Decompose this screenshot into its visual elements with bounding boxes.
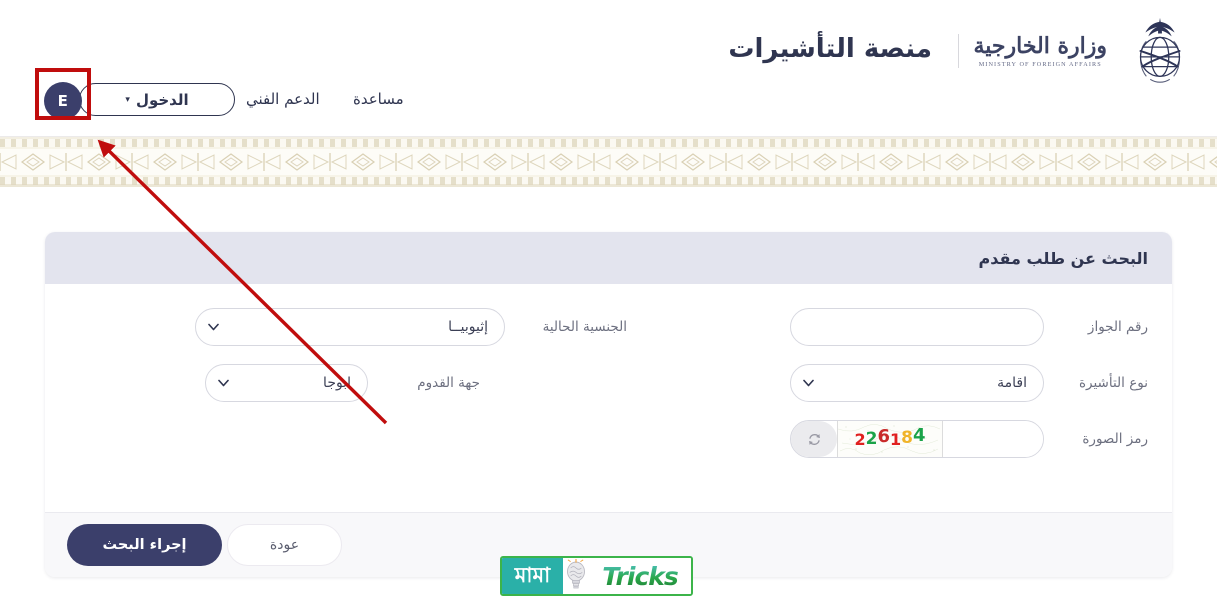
watermark-right: মামা [502, 558, 563, 594]
search-panel-header: البحث عن طلب مقدم [45, 232, 1172, 284]
ornament-dash-row-top [0, 139, 1217, 147]
search-form: رقم الجواز نوع التأشيرة اقامة الجنسية ال… [45, 284, 1172, 512]
chevron-down-icon: ▾ [125, 95, 130, 105]
search-button[interactable]: إجراء البحث [67, 524, 222, 566]
passport-number-input[interactable] [790, 308, 1044, 346]
captcha-input[interactable] [943, 421, 1043, 457]
ministry-name-english: MINISTRY OF FOREIGN AFFAIRS [978, 60, 1102, 68]
current-nationality-value: إثيوبيــا [448, 319, 488, 335]
label-current-nationality: الجنسية الحالية [542, 319, 627, 335]
ministry-wordmark: وزارة الخارجية MINISTRY OF FOREIGN AFFAI… [958, 33, 1107, 68]
brand-lockup: وزارة الخارجية MINISTRY OF FOREIGN AFFAI… [958, 12, 1199, 90]
label-passport-number: رقم الجواز [1087, 319, 1148, 335]
primary-nav: E الدخول ▾ الدعم الفني مساعدة [0, 78, 500, 124]
search-panel: البحث عن طلب مقدم رقم الجواز نوع التأشير… [45, 232, 1172, 577]
ministry-name-arabic: وزارة الخارجية [973, 33, 1107, 60]
search-panel-title: البحث عن طلب مقدم [978, 248, 1148, 268]
back-button[interactable]: عودة [227, 524, 342, 566]
field-visa-type: نوع التأشيرة اقامة [790, 364, 1148, 402]
label-captcha: رمز الصورة [1082, 431, 1148, 447]
visa-type-select[interactable]: اقامة [790, 364, 1044, 402]
login-button-label: الدخول [135, 90, 189, 109]
current-nationality-select[interactable]: إثيوبيــا [195, 308, 505, 346]
saudi-emblem-palm-swords-icon [1121, 12, 1199, 90]
page-title: منصة التأشيرات [728, 34, 932, 64]
ornament-motif-row [0, 152, 1217, 172]
arrival-point-value: ابوجا [323, 375, 351, 391]
chevron-down-icon [803, 379, 814, 387]
label-visa-type: نوع التأشيرة [1078, 375, 1148, 391]
decorative-ornament-band [0, 137, 1217, 187]
field-captcha: رمز الصورة 226184 [790, 420, 1148, 458]
chevron-down-icon [208, 323, 219, 331]
field-current-nationality: الجنسية الحالية إثيوبيــا [195, 308, 627, 346]
nav-technical-support[interactable]: الدعم الفني [246, 90, 320, 108]
watermark-logo: Tricks মামা [500, 556, 693, 596]
chevron-down-icon [218, 379, 229, 387]
ornament-dash-row-bottom [0, 177, 1217, 185]
captcha-code: 226184 [854, 424, 926, 449]
field-arrival-point: جهة القدوم ابوجا [205, 364, 480, 402]
visa-type-value: اقامة [997, 375, 1027, 391]
refresh-icon[interactable] [791, 421, 837, 457]
nav-help[interactable]: مساعدة [353, 90, 404, 108]
login-button[interactable]: الدخول ▾ [79, 83, 235, 116]
watermark-left: Tricks [589, 558, 691, 594]
captcha-image: 226184 [837, 421, 943, 457]
site-header: وزارة الخارجية MINISTRY OF FOREIGN AFFAI… [0, 0, 1217, 137]
watermark-text-tricks: Tricks [602, 561, 679, 591]
avatar[interactable]: E [44, 82, 82, 120]
watermark-text-bangla: মামা [514, 562, 551, 587]
label-arrival-point: جهة القدوم [417, 375, 480, 391]
captcha-control: 226184 [790, 420, 1044, 458]
arrival-point-select[interactable]: ابوجا [205, 364, 368, 402]
lightbulb-brain-icon [563, 558, 589, 594]
field-passport-number: رقم الجواز [790, 308, 1148, 346]
